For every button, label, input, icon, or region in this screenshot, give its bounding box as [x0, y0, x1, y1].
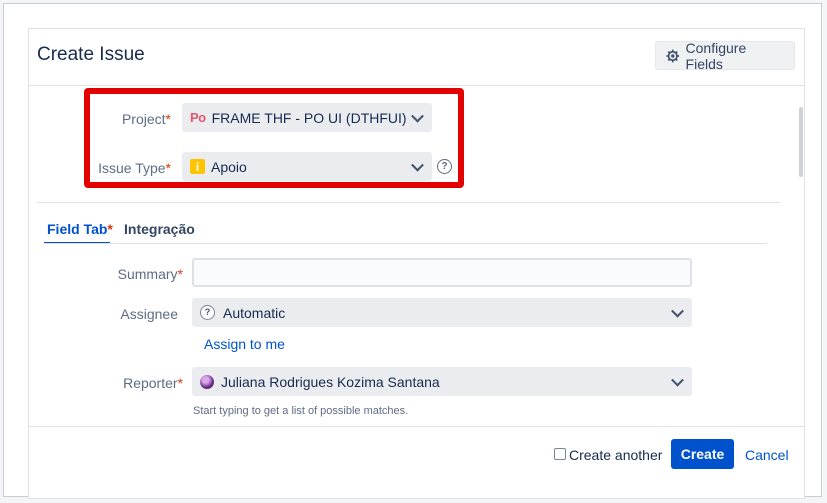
dialog-body: Project* Po FRAME THF - PO UI (DTHFUI) I… [29, 85, 804, 428]
reporter-hint: Start typing to get a list of possible m… [193, 405, 409, 417]
summary-label: Summary* [117, 266, 183, 282]
assignee-label: Assignee [120, 306, 178, 322]
tabs-baseline [44, 243, 767, 244]
section-divider [37, 202, 780, 203]
automatic-user-icon: ? [200, 305, 215, 320]
chevron-down-icon [671, 373, 684, 387]
assign-to-me-link[interactable]: Assign to me [204, 336, 285, 352]
reporter-select[interactable]: Juliana Rodrigues Kozima Santana [192, 367, 692, 396]
highlight-box [84, 88, 464, 188]
scrollbar[interactable] [798, 85, 804, 428]
configure-fields-label: Configure Fields [685, 39, 747, 72]
tab-field-tab[interactable]: Field Tab* [47, 221, 113, 237]
create-issue-dialog: Create Issue Configure Fields Project* P… [28, 28, 805, 499]
create-button[interactable]: Create [671, 439, 734, 469]
reporter-label: Reporter* [123, 375, 183, 391]
summary-input[interactable] [192, 258, 692, 287]
dialog-title: Create Issue [37, 44, 145, 65]
cancel-link[interactable]: Cancel [745, 447, 789, 463]
window-frame: Create Issue Configure Fields Project* P… [3, 3, 822, 499]
chevron-down-icon [671, 304, 684, 318]
avatar [200, 374, 214, 389]
assignee-value: Automatic [223, 304, 286, 321]
reporter-value: Juliana Rodrigues Kozima Santana [221, 373, 440, 390]
tab-integracao[interactable]: Integração [124, 221, 195, 237]
configure-fields-button[interactable]: Configure Fields [655, 39, 795, 72]
scrollbar-thumb[interactable] [799, 107, 803, 177]
create-another-checkbox[interactable] [554, 448, 566, 460]
dialog-footer: Create another Create Cancel [29, 426, 804, 498]
dialog-header: Create Issue Configure Fields [29, 29, 804, 86]
gear-icon [666, 49, 680, 62]
assignee-select[interactable]: ? Automatic [192, 298, 692, 327]
create-another-label[interactable]: Create another [569, 447, 662, 463]
